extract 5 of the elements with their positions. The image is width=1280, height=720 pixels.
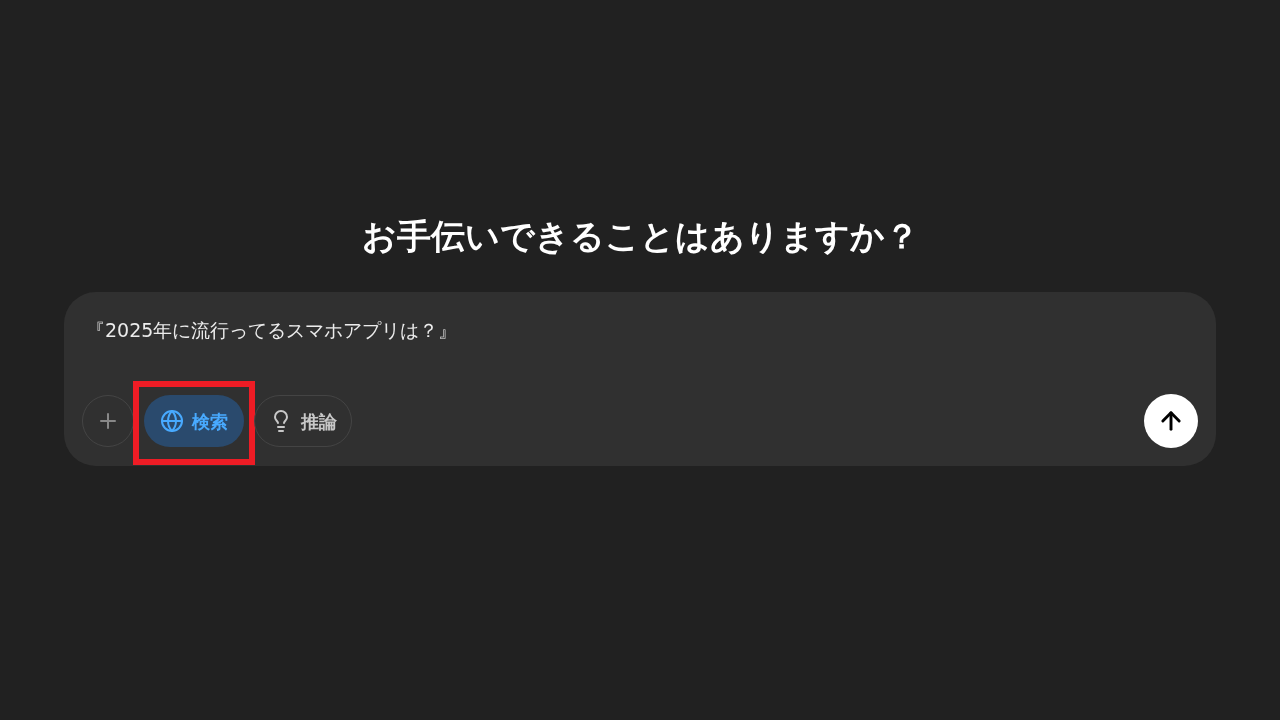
heading: お手伝いできることはありますか？ xyxy=(361,215,919,258)
prompt-field[interactable]: 『2025年に流行ってるスマホアプリは？』 検索 推論 xyxy=(64,292,1216,466)
globe-icon xyxy=(160,409,184,433)
send-button[interactable] xyxy=(1144,394,1198,448)
tool-toggle[interactable]: 検索 xyxy=(144,395,244,447)
